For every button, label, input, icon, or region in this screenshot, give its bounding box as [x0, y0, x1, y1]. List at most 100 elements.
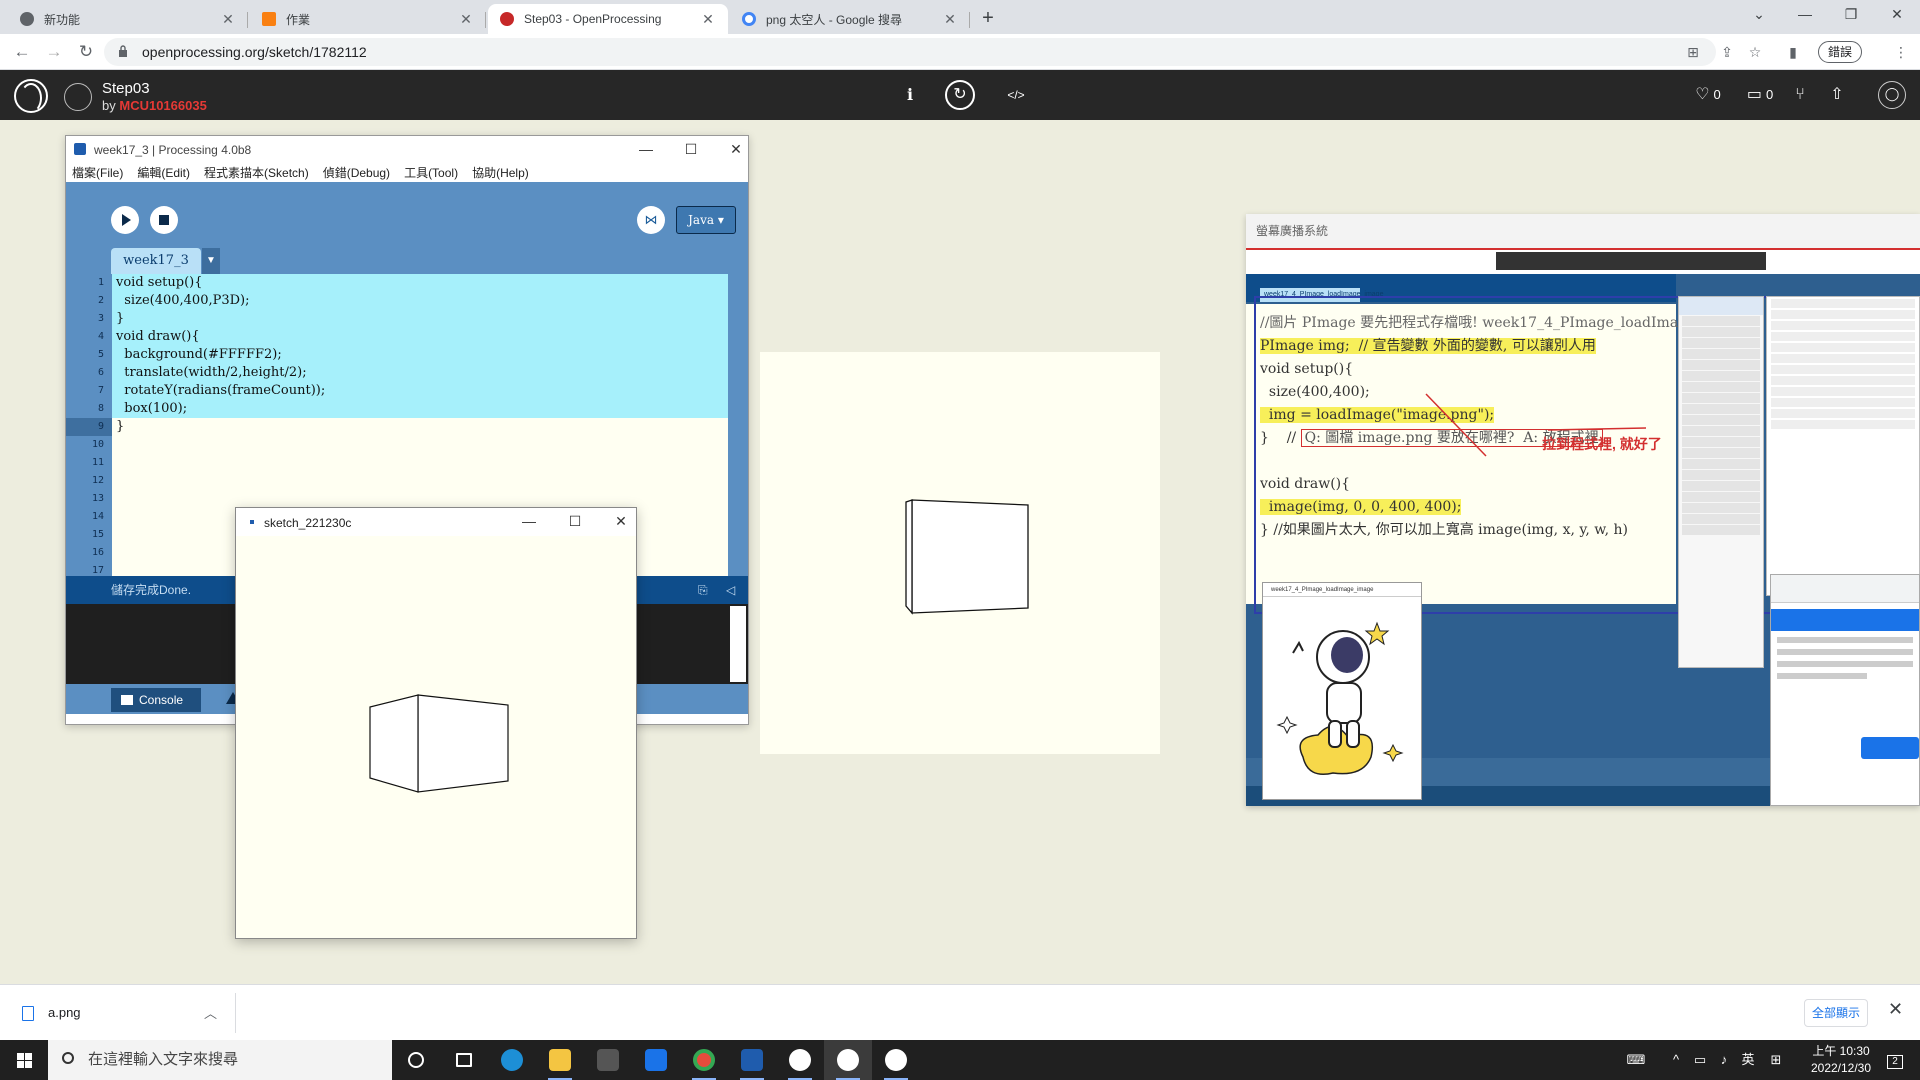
close-icon[interactable]: ✕ — [700, 11, 716, 28]
network-icon[interactable]: ▭ — [1690, 1040, 1710, 1080]
close-icon[interactable]: ✕ — [1888, 999, 1903, 1020]
share-icon[interactable]: ⇧ — [1826, 84, 1848, 106]
line-number: 12 — [91, 475, 104, 486]
side-panel-icon[interactable]: ▮ — [1784, 43, 1802, 61]
explorer-row — [1682, 448, 1760, 458]
copy-icon[interactable]: ⎘ — [698, 576, 708, 604]
profile-error-button[interactable]: 錯誤 — [1818, 41, 1862, 63]
console-tab[interactable]: Console — [111, 688, 201, 712]
ime-mode-icon[interactable]: ⊞ — [1764, 1040, 1788, 1080]
screen-broadcast-window: 螢幕廣播系統 week17_4_PImage_loadImage_image /… — [1246, 214, 1920, 806]
processing-sketch-icon[interactable] — [824, 1040, 872, 1080]
edge-icon[interactable] — [488, 1040, 536, 1080]
comment-button[interactable]: ▭ 0 — [1740, 84, 1780, 106]
mail-icon[interactable] — [632, 1040, 680, 1080]
back-icon[interactable]: ← — [10, 40, 34, 64]
chrome-icon[interactable] — [680, 1040, 728, 1080]
tab-menu-arrow-icon[interactable]: ▼ — [202, 248, 220, 274]
close-icon[interactable]: ✕ — [458, 11, 474, 28]
explorer-row — [1682, 481, 1760, 491]
fork-icon[interactable]: ⑂ — [1790, 84, 1810, 106]
menu-help[interactable]: 協助(Help) — [472, 164, 529, 181]
tab-search-icon[interactable]: ⌄ — [1736, 0, 1782, 30]
code-line: } — [112, 310, 728, 328]
chevron-up-icon[interactable]: ︿ — [204, 1003, 217, 1022]
processing-sketch-icon[interactable] — [776, 1040, 824, 1080]
user-avatar-icon[interactable]: ◯ — [1878, 81, 1906, 109]
sketch-canvas[interactable] — [236, 536, 636, 938]
author-avatar[interactable] — [64, 83, 92, 111]
address-bar[interactable]: openprocessing.org/sketch/1782112 ⊞ — [104, 38, 1716, 66]
like-button[interactable]: ♡ 0 — [1688, 84, 1728, 106]
editor-scrollbar[interactable] — [728, 274, 748, 576]
menu-icon[interactable]: ⋮ — [1892, 43, 1910, 61]
bookmark-star-icon[interactable]: ☆ — [1746, 43, 1764, 61]
explorer-row — [1682, 327, 1760, 337]
system-clock[interactable]: 上午 10:30 2022/12/30 — [1796, 1043, 1886, 1077]
explorer-row — [1682, 382, 1760, 392]
ime-indicator[interactable]: 英 — [1736, 1040, 1760, 1080]
close-icon[interactable]: ✕ — [220, 11, 236, 28]
author-link[interactable]: MCU10166035 — [119, 98, 206, 113]
show-all-button[interactable]: 全部顯示 — [1804, 999, 1868, 1027]
store-icon[interactable] — [584, 1040, 632, 1080]
new-tab-button[interactable]: + — [975, 5, 1001, 31]
restore-icon[interactable]: ❐ — [1828, 0, 1874, 30]
mode-select[interactable]: Java ▾ — [676, 206, 736, 234]
minimize-icon[interactable]: — — [514, 510, 544, 532]
close-window-icon[interactable]: ✕ — [1874, 0, 1920, 30]
tab-new-features[interactable]: 新功能 ✕ — [8, 4, 248, 34]
maximize-icon[interactable]: ☐ — [676, 138, 706, 160]
restart-icon[interactable]: ↻ — [945, 80, 975, 110]
menu-file[interactable]: 檔案(File) — [72, 164, 123, 181]
share-icon[interactable]: ⇪ — [1718, 43, 1736, 61]
details-row — [1771, 321, 1915, 330]
menu-sketch[interactable]: 程式素描本(Sketch) — [204, 164, 309, 181]
main-sketch-canvas[interactable] — [760, 352, 1160, 754]
file-explorer-icon[interactable] — [536, 1040, 584, 1080]
ide-titlebar: week17_3 | Processing 4.0b8 — ☐ ✕ — [66, 136, 748, 162]
taskbar-search-input[interactable]: 在這裡輸入文字來搜尋 — [48, 1040, 392, 1080]
maximize-icon[interactable]: ☐ — [560, 510, 590, 532]
line-number: 2 — [97, 295, 104, 306]
minimize-icon[interactable]: — — [631, 138, 661, 160]
run-button[interactable] — [111, 206, 139, 234]
details-row — [1771, 409, 1915, 418]
tab-google-search[interactable]: png 太空人 - Google 搜尋 ✕ — [730, 4, 970, 34]
console-scrollbar[interactable] — [730, 606, 746, 682]
menu-debug[interactable]: 偵錯(Debug) — [323, 164, 390, 181]
openprocessing-logo-icon[interactable] — [14, 79, 48, 113]
stop-button[interactable] — [150, 206, 178, 234]
reload-icon[interactable]: ↻ — [74, 40, 98, 64]
processing-sketch-icon[interactable] — [872, 1040, 920, 1080]
chevron-up-icon[interactable]: ^ — [1666, 1040, 1686, 1080]
collapse-icon[interactable]: ◁ — [726, 576, 735, 604]
processing-app-icon[interactable] — [728, 1040, 776, 1080]
download-item[interactable]: a.png ︿ — [14, 993, 236, 1033]
close-icon[interactable]: ✕ — [606, 510, 636, 532]
code-icon[interactable]: </> — [1004, 84, 1028, 106]
moodle-browser-window — [1770, 574, 1920, 806]
cortana-icon[interactable] — [392, 1040, 440, 1080]
close-icon[interactable]: ✕ — [721, 138, 751, 160]
menu-edit[interactable]: 編輯(Edit) — [137, 164, 190, 181]
like-count: 0 — [1713, 87, 1721, 102]
broadcast-menubar — [1246, 248, 1920, 274]
translate-icon[interactable]: ⊞ — [1684, 43, 1702, 61]
info-icon[interactable]: i — [900, 84, 920, 106]
keyboard-icon[interactable]: ⌨ — [1622, 1040, 1650, 1080]
notification-icon[interactable]: 2 — [1880, 1040, 1910, 1080]
line-number: 9 — [66, 418, 112, 436]
debug-icon[interactable]: ⋈ — [637, 206, 665, 234]
minimize-icon[interactable]: — — [1782, 0, 1828, 30]
volume-icon[interactable]: ♪ — [1714, 1040, 1734, 1080]
menu-tools[interactable]: 工具(Tool) — [404, 164, 458, 181]
windows-start-icon[interactable] — [0, 1040, 48, 1080]
tab-homework[interactable]: 作業 ✕ — [250, 4, 486, 34]
broadcast-video[interactable]: week17_4_PImage_loadImage_image //圖片 PIm… — [1246, 248, 1920, 806]
code-tab[interactable]: week17_3 — [111, 248, 201, 274]
task-view-icon[interactable] — [440, 1040, 488, 1080]
tab-openprocessing[interactable]: Step03 - OpenProcessing ✕ — [488, 4, 728, 34]
close-icon[interactable]: ✕ — [942, 11, 958, 28]
forward-icon[interactable]: → — [42, 40, 66, 64]
